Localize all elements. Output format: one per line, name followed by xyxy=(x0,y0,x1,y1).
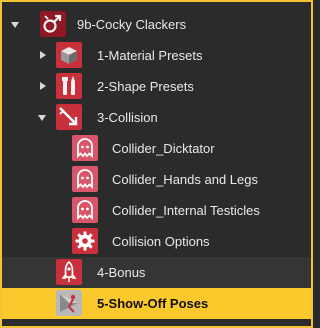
tree-item-label: Collider_Hands and Legs xyxy=(112,172,258,187)
tree-item-collider-dicktator[interactable]: Collider_Dicktator xyxy=(2,133,311,164)
gear-icon xyxy=(72,228,98,254)
tree-item-collider-internal-testicles[interactable]: Collider_Internal Testicles xyxy=(2,195,311,226)
tree-item-shape-presets[interactable]: 2-Shape Presets xyxy=(2,71,311,102)
tree-item-label: 1-Material Presets xyxy=(97,48,203,63)
tree-item-label: 2-Shape Presets xyxy=(97,79,194,94)
tree-item-label: 5-Show-Off Poses xyxy=(97,296,209,311)
expand-arrow-icon[interactable] xyxy=(40,51,46,59)
ghost-icon xyxy=(72,135,98,161)
cube-icon xyxy=(56,42,82,68)
gender-symbol-icon xyxy=(40,11,66,37)
expand-arrow-icon[interactable] xyxy=(38,115,46,121)
tree-item-show-off-poses[interactable]: 5-Show-Off Poses xyxy=(2,288,311,319)
tree-item-collider-hands-legs[interactable]: Collider_Hands and Legs xyxy=(2,164,311,195)
tree-item-material-presets[interactable]: 1-Material Presets xyxy=(2,40,311,71)
panel-bottom-strip xyxy=(2,320,311,326)
tree-item-label: Collider_Internal Testicles xyxy=(112,203,260,218)
expand-arrow-icon[interactable] xyxy=(40,82,46,90)
tree-item-label: Collider_Dicktator xyxy=(112,141,215,156)
expand-arrow-icon[interactable] xyxy=(11,22,19,28)
tree-item-collision[interactable]: 3-Collision xyxy=(2,102,311,133)
pose-figure-icon xyxy=(56,290,82,316)
tree-item-label: 4-Bonus xyxy=(97,265,146,280)
tree-item-label: Collision Options xyxy=(112,234,210,249)
content-tree-panel: 9b-Cocky Clackers 1-Material Presets 2-S… xyxy=(0,0,313,328)
tree-item-label: 3-Collision xyxy=(97,110,158,125)
rocket-icon xyxy=(56,259,82,285)
tree-item-label: 9b-Cocky Clackers xyxy=(77,17,187,32)
collision-arrow-icon xyxy=(56,104,82,130)
tree-item-bonus[interactable]: 4-Bonus xyxy=(2,257,311,288)
ghost-icon xyxy=(72,197,98,223)
tools-icon xyxy=(56,73,82,99)
tree-item-cocky-clackers[interactable]: 9b-Cocky Clackers xyxy=(2,9,311,40)
tree-item-collision-options[interactable]: Collision Options xyxy=(2,226,311,257)
ghost-icon xyxy=(72,166,98,192)
